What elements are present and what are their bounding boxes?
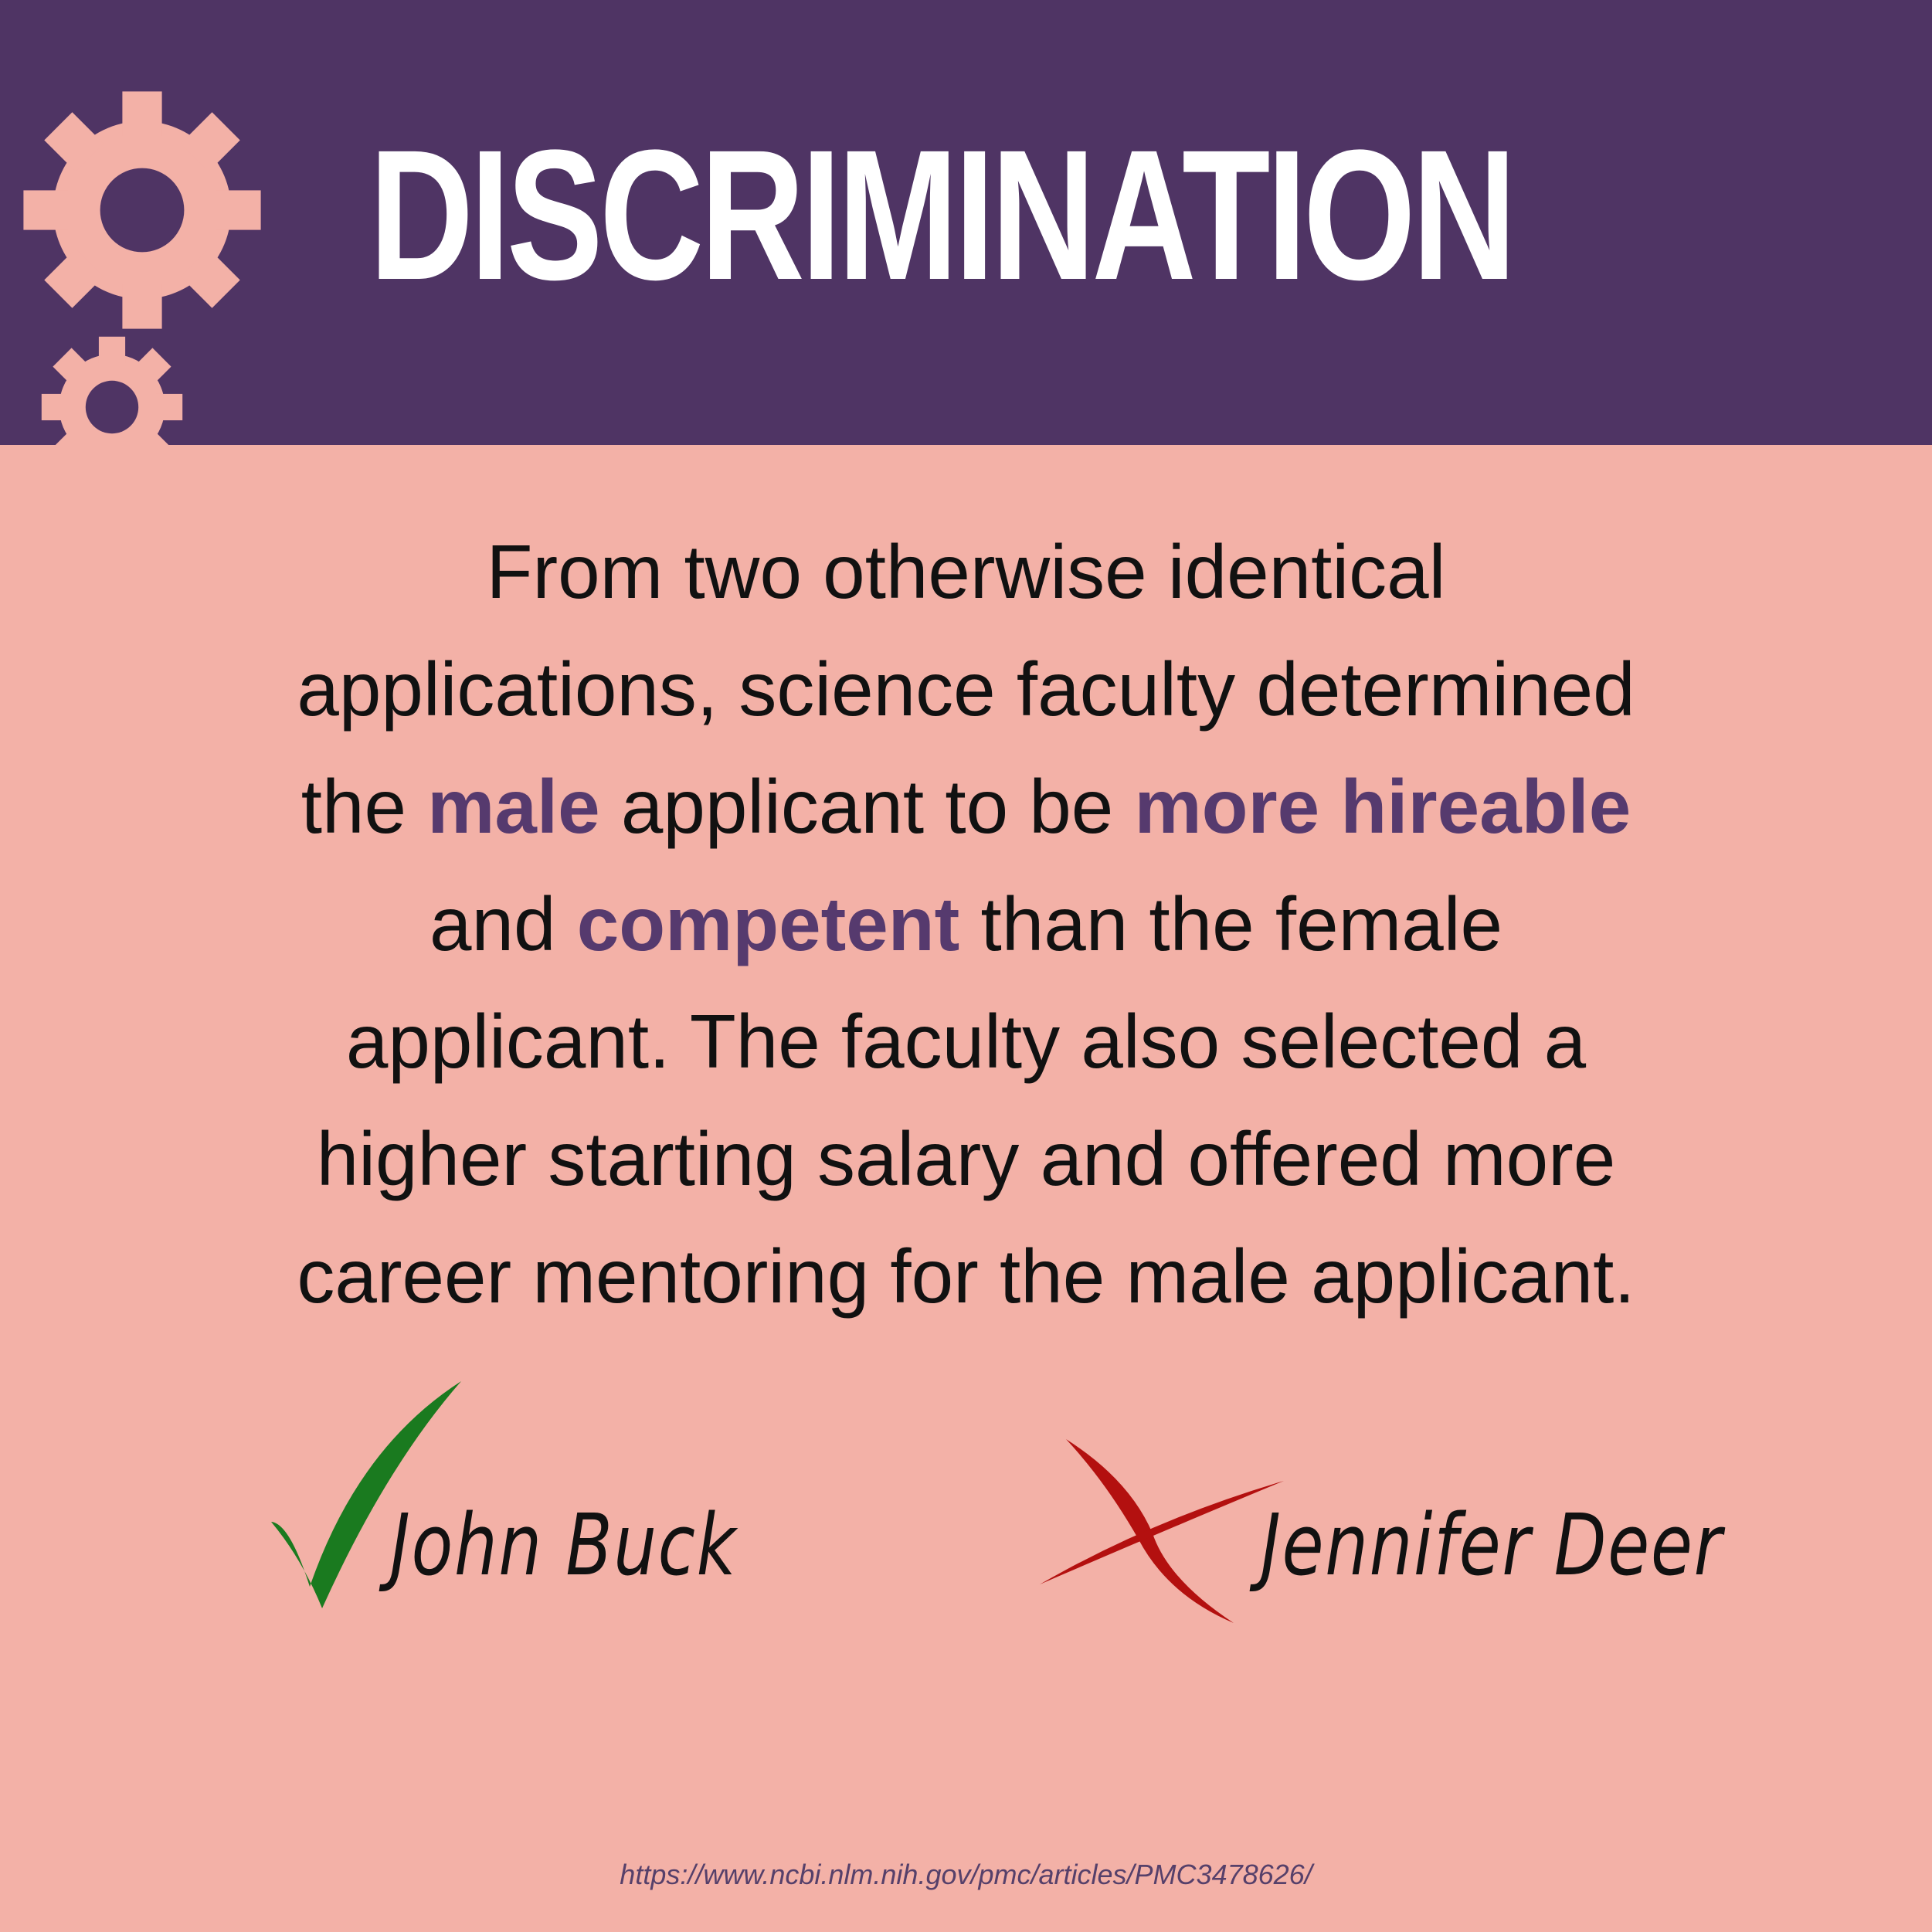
body-line: applicant to be <box>599 764 1135 849</box>
cross-mark-icon <box>1040 1439 1284 1623</box>
source-link[interactable]: https://www.ncbi.nlm.nih.gov/pmc/article… <box>0 1858 1932 1892</box>
body-line: From two otherwise identical <box>486 529 1446 614</box>
body-line: the <box>300 764 428 849</box>
body-line: career mentoring for the male applicant. <box>297 1234 1635 1319</box>
gear-icon <box>41 336 183 445</box>
page-title: DISCRIMINATION <box>369 111 1516 318</box>
body-line: applicant. The faculty also selected a <box>345 999 1587 1084</box>
body-line: applications, science faculty determined <box>297 647 1635 732</box>
body-paragraph: From two otherwise identical application… <box>62 513 1870 1335</box>
candidate-name-accepted: John Buck <box>390 1496 738 1594</box>
highlight-competent: competent <box>576 881 960 966</box>
body-line: and <box>429 881 577 966</box>
body-line: higher starting salary and offered more <box>316 1116 1616 1201</box>
header-banner: DISCRIMINATION <box>0 0 1932 445</box>
highlight-male: male <box>427 764 600 849</box>
candidate-name-rejected: Jennifer Deer <box>1261 1496 1723 1594</box>
gear-icon <box>23 91 261 329</box>
body-line: than the female <box>959 881 1503 966</box>
highlight-more-hireable: more hireable <box>1134 764 1632 849</box>
